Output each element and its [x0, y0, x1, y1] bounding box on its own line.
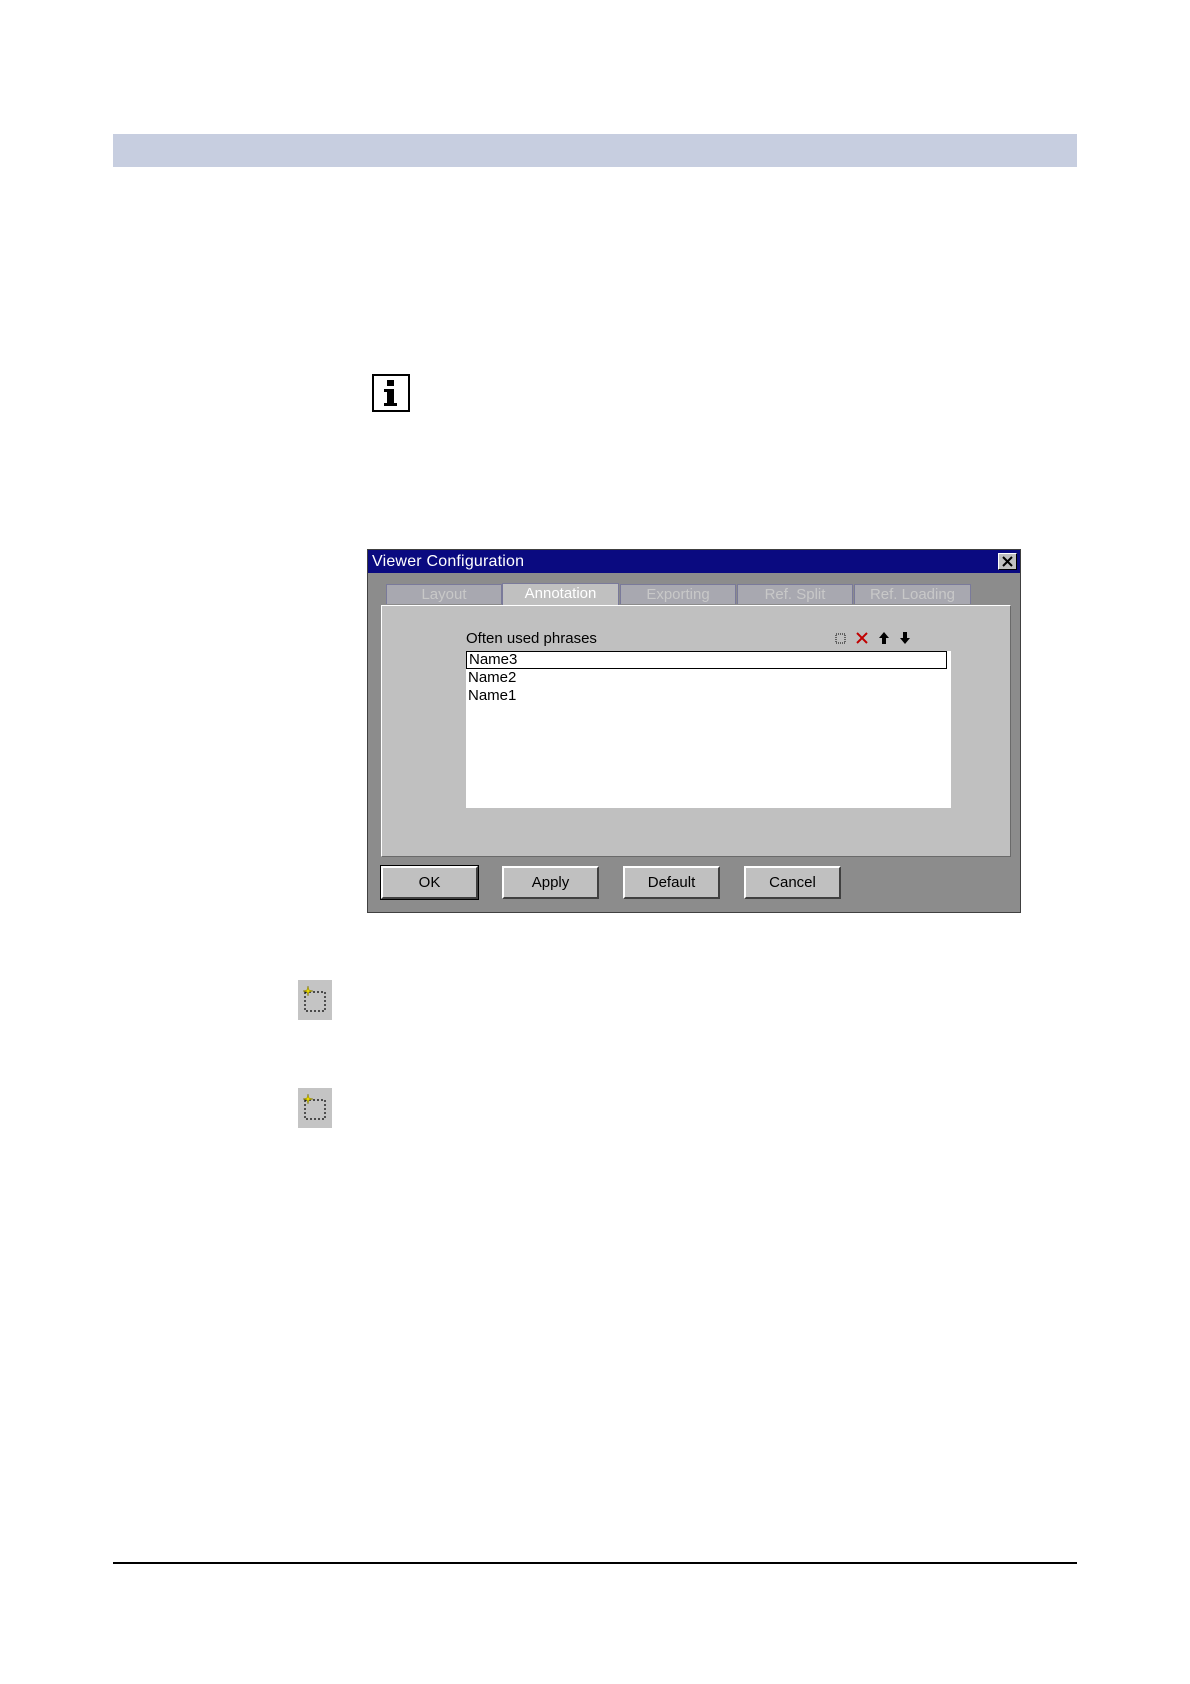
new-item-icon: [298, 980, 332, 1020]
ok-button[interactable]: OK: [380, 865, 479, 900]
new-item-icon: [298, 1088, 332, 1128]
header-band: [113, 134, 1077, 167]
default-button[interactable]: Default: [623, 866, 720, 899]
arrow-down-icon[interactable]: [897, 630, 913, 646]
list-item-editing[interactable]: Name3: [466, 651, 947, 669]
viewer-configuration-dialog: Viewer Configuration Layout Annotation E…: [367, 549, 1021, 913]
tab-layout[interactable]: Layout: [386, 584, 502, 604]
tab-exporting[interactable]: Exporting: [620, 584, 736, 604]
dialog-title: Viewer Configuration: [372, 553, 525, 570]
cancel-button[interactable]: Cancel: [744, 866, 841, 899]
info-icon: [372, 374, 410, 412]
delete-icon[interactable]: [854, 630, 870, 646]
close-button[interactable]: [998, 553, 1017, 570]
close-icon: [1002, 556, 1013, 567]
list-item[interactable]: Name2: [467, 669, 516, 687]
dialog-titlebar: Viewer Configuration: [368, 550, 1020, 573]
annotation-panel: Often used phrases Name3 Name2 Name1: [381, 605, 1011, 857]
arrow-up-icon[interactable]: [876, 630, 892, 646]
phrases-list[interactable]: Name3 Name2 Name1: [466, 651, 951, 808]
footer-rule: [113, 1562, 1077, 1564]
tab-ref-loading[interactable]: Ref. Loading: [854, 584, 971, 604]
tab-annotation[interactable]: Annotation: [502, 583, 619, 606]
apply-button[interactable]: Apply: [502, 866, 599, 899]
phrases-label: Often used phrases: [466, 630, 597, 647]
tab-ref-split[interactable]: Ref. Split: [737, 584, 853, 604]
new-icon[interactable]: [833, 630, 849, 646]
list-item[interactable]: Name1: [467, 687, 516, 705]
